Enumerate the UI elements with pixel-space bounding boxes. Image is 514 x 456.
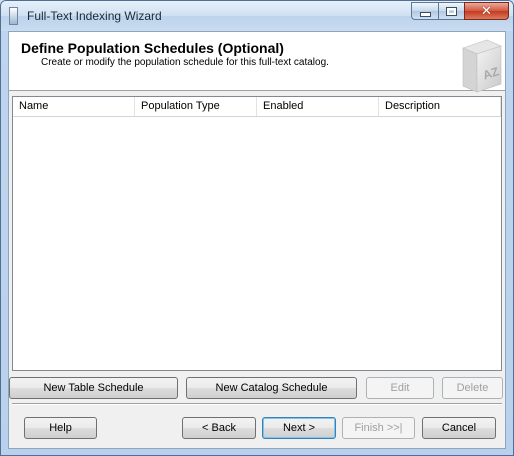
close-icon: ✕	[481, 3, 492, 18]
column-header-description[interactable]: Description	[379, 97, 501, 116]
page-subtitle: Create or modify the population schedule…	[41, 57, 329, 68]
app-icon	[9, 7, 18, 25]
footer-separator	[12, 403, 502, 405]
title-bar[interactable]: Full-Text Indexing Wizard ✕	[1, 1, 513, 31]
finish-button[interactable]: Finish >>|	[342, 417, 415, 439]
cancel-button[interactable]: Cancel	[422, 417, 496, 439]
az-book-icon: AZ	[462, 39, 502, 93]
column-header-name[interactable]: Name	[13, 97, 135, 116]
minimize-button[interactable]	[411, 2, 439, 20]
list-header: Name Population Type Enabled Description	[13, 97, 501, 117]
back-button[interactable]: < Back	[182, 417, 256, 439]
maximize-button[interactable]	[438, 2, 465, 20]
page-title: Define Population Schedules (Optional)	[21, 40, 284, 56]
edit-button[interactable]: Edit	[366, 377, 434, 399]
window-title: Full-Text Indexing Wizard	[27, 9, 162, 23]
delete-button[interactable]: Delete	[442, 377, 503, 399]
maximize-icon	[446, 6, 457, 16]
new-table-schedule-button[interactable]: New Table Schedule	[9, 377, 178, 399]
wizard-window: Full-Text Indexing Wizard ✕ Define Popul…	[0, 0, 514, 456]
new-catalog-schedule-button[interactable]: New Catalog Schedule	[186, 377, 357, 399]
dialog-body: Define Population Schedules (Optional) C…	[8, 31, 506, 449]
schedule-list[interactable]: Name Population Type Enabled Description	[12, 96, 502, 371]
column-header-population-type[interactable]: Population Type	[135, 97, 257, 116]
wizard-header: Define Population Schedules (Optional) C…	[9, 32, 505, 93]
help-button[interactable]: Help	[24, 417, 97, 439]
minimize-icon	[419, 11, 431, 17]
close-button[interactable]: ✕	[464, 2, 509, 20]
column-header-enabled[interactable]: Enabled	[257, 97, 379, 116]
next-button[interactable]: Next >	[262, 417, 336, 439]
